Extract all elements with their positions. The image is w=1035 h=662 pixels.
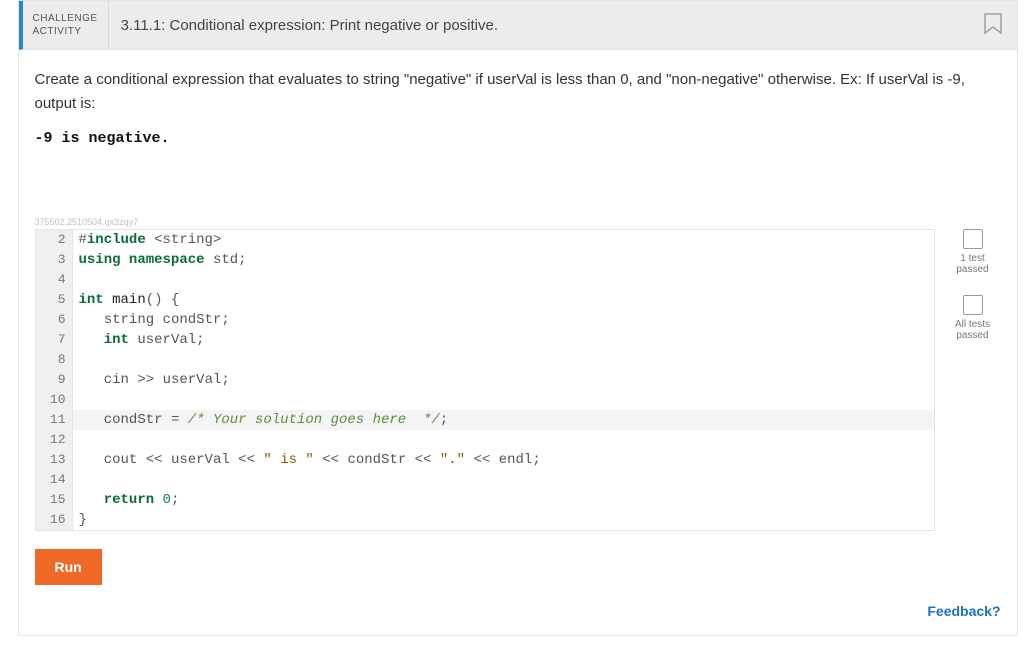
line-number: 10: [36, 390, 73, 410]
editor-area: 2#include <string>3using namespace std;4…: [35, 229, 1001, 531]
code-line[interactable]: 12: [36, 430, 934, 450]
line-number: 16: [36, 510, 73, 530]
feedback-area: Feedback?: [35, 603, 1001, 621]
line-number: 5: [36, 290, 73, 310]
code-line[interactable]: 14: [36, 470, 934, 490]
code-line[interactable]: 9 cin >> userVal;: [36, 370, 934, 390]
feedback-link[interactable]: Feedback?: [927, 603, 1000, 619]
code-content[interactable]: cin >> userVal;: [73, 370, 934, 390]
all-tests-label1: All tests: [945, 319, 1001, 330]
code-editor[interactable]: 2#include <string>3using namespace std;4…: [35, 229, 935, 531]
code-line[interactable]: 16}: [36, 510, 934, 530]
all-tests-label2: passed: [945, 330, 1001, 341]
code-content[interactable]: return 0;: [73, 490, 934, 510]
one-test-status: 1 test passed: [945, 229, 1001, 275]
badge-line2: ACTIVITY: [33, 25, 98, 38]
challenge-badge: CHALLENGE ACTIVITY: [23, 1, 109, 49]
example-output: -9 is negative.: [35, 130, 1001, 147]
code-content[interactable]: }: [73, 510, 934, 530]
line-number: 6: [36, 310, 73, 330]
bookmark-icon: [983, 13, 1003, 37]
card-body: Create a conditional expression that eva…: [19, 50, 1017, 635]
line-number: 3: [36, 250, 73, 270]
challenge-title: 3.11.1: Conditional expression: Print ne…: [109, 1, 969, 49]
instructions-text: Create a conditional expression that eva…: [35, 68, 975, 116]
one-test-checkbox-icon: [963, 229, 983, 249]
code-line[interactable]: 3using namespace std;: [36, 250, 934, 270]
code-content[interactable]: int userVal;: [73, 330, 934, 350]
code-line[interactable]: 6 string condStr;: [36, 310, 934, 330]
line-number: 2: [36, 230, 73, 250]
code-content[interactable]: using namespace std;: [73, 250, 934, 270]
code-line[interactable]: 11 condStr = /* Your solution goes here …: [36, 410, 934, 430]
line-number: 4: [36, 270, 73, 290]
code-content[interactable]: [73, 350, 934, 370]
code-content[interactable]: int main() {: [73, 290, 934, 310]
line-number: 14: [36, 470, 73, 490]
watermark: 375502.2510504.qx3zqy7: [35, 217, 1001, 227]
code-line[interactable]: 13 cout << userVal << " is " << condStr …: [36, 450, 934, 470]
code-line[interactable]: 10: [36, 390, 934, 410]
line-number: 12: [36, 430, 73, 450]
code-content[interactable]: [73, 390, 934, 410]
test-status-panel: 1 test passed All tests passed: [945, 229, 1001, 361]
code-content[interactable]: [73, 430, 934, 450]
all-tests-status: All tests passed: [945, 295, 1001, 341]
code-content[interactable]: condStr = /* Your solution goes here */;: [73, 410, 934, 430]
code-content[interactable]: string condStr;: [73, 310, 934, 330]
line-number: 11: [36, 410, 73, 430]
challenge-card: CHALLENGE ACTIVITY 3.11.1: Conditional e…: [18, 0, 1018, 636]
bookmark-button[interactable]: [969, 1, 1017, 49]
code-line[interactable]: 2#include <string>: [36, 230, 934, 250]
run-button[interactable]: Run: [35, 549, 102, 585]
code-line[interactable]: 15 return 0;: [36, 490, 934, 510]
card-header: CHALLENGE ACTIVITY 3.11.1: Conditional e…: [19, 1, 1017, 50]
line-number: 7: [36, 330, 73, 350]
code-content[interactable]: #include <string>: [73, 230, 934, 250]
code-content[interactable]: [73, 270, 934, 290]
code-line[interactable]: 5int main() {: [36, 290, 934, 310]
line-number: 8: [36, 350, 73, 370]
badge-line1: CHALLENGE: [33, 12, 98, 25]
line-number: 9: [36, 370, 73, 390]
one-test-label2: passed: [945, 264, 1001, 275]
one-test-label1: 1 test: [945, 253, 1001, 264]
code-line[interactable]: 7 int userVal;: [36, 330, 934, 350]
code-content[interactable]: [73, 470, 934, 490]
all-tests-checkbox-icon: [963, 295, 983, 315]
code-content[interactable]: cout << userVal << " is " << condStr << …: [73, 450, 934, 470]
code-line[interactable]: 8: [36, 350, 934, 370]
line-number: 13: [36, 450, 73, 470]
code-line[interactable]: 4: [36, 270, 934, 290]
line-number: 15: [36, 490, 73, 510]
